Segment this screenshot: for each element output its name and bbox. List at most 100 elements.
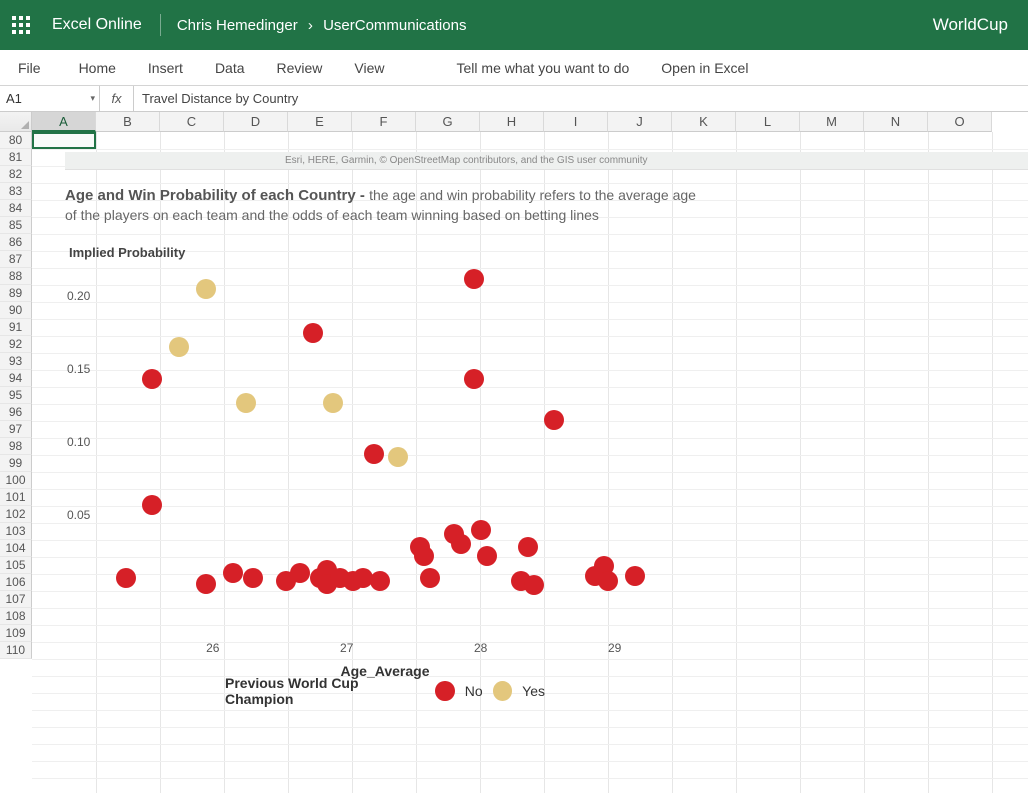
col-header-D[interactable]: D (224, 112, 288, 132)
chart-point[interactable] (464, 369, 484, 389)
chart-plot-area[interactable]: Implied Probability Age_Average Previous… (65, 257, 705, 697)
row-header[interactable]: 110 (0, 642, 32, 659)
col-header-N[interactable]: N (864, 112, 928, 132)
row-header[interactable]: 108 (0, 608, 32, 625)
chart-point[interactable] (518, 537, 538, 557)
fx-icon[interactable]: fx (100, 86, 134, 111)
row-header[interactable]: 91 (0, 319, 32, 336)
tell-me-search[interactable]: Tell me what you want to do (441, 50, 646, 85)
row-header[interactable]: 109 (0, 625, 32, 642)
row-header[interactable]: 96 (0, 404, 32, 421)
row-header[interactable]: 104 (0, 540, 32, 557)
row-header[interactable]: 94 (0, 370, 32, 387)
chart-point[interactable] (169, 337, 189, 357)
row-header[interactable]: 83 (0, 183, 32, 200)
row-header[interactable]: 82 (0, 166, 32, 183)
row-header[interactable]: 100 (0, 472, 32, 489)
sheet[interactable]: ABCDEFGHIJKLMNO 808182838485868788899091… (0, 112, 1028, 793)
chart-point[interactable] (116, 568, 136, 588)
row-header[interactable]: 92 (0, 336, 32, 353)
app-launcher-icon[interactable] (12, 16, 30, 34)
col-header-L[interactable]: L (736, 112, 800, 132)
chart-point[interactable] (196, 574, 216, 594)
col-header-J[interactable]: J (608, 112, 672, 132)
document-name[interactable]: WorldCup (933, 15, 1016, 35)
chart-point[interactable] (370, 571, 390, 591)
chart-point[interactable] (471, 520, 491, 540)
row-header[interactable]: 89 (0, 285, 32, 302)
chart-point[interactable] (364, 444, 384, 464)
row-header[interactable]: 81 (0, 149, 32, 166)
chart-point[interactable] (544, 410, 564, 430)
col-header-G[interactable]: G (416, 112, 480, 132)
row-header[interactable]: 87 (0, 251, 32, 268)
row-header[interactable]: 107 (0, 591, 32, 608)
col-header-I[interactable]: I (544, 112, 608, 132)
open-in-excel[interactable]: Open in Excel (645, 50, 764, 85)
chart-point[interactable] (243, 568, 263, 588)
col-header-M[interactable]: M (800, 112, 864, 132)
menu-data[interactable]: Data (199, 50, 261, 85)
chevron-down-icon[interactable]: ▾ (90, 93, 95, 104)
menu-insert[interactable]: Insert (132, 50, 199, 85)
menu-file[interactable]: File (8, 50, 63, 85)
chart-point[interactable] (464, 269, 484, 289)
breadcrumb[interactable]: Chris Hemedinger › UserCommunications (177, 17, 467, 34)
row-header[interactable]: 101 (0, 489, 32, 506)
row-header[interactable]: 105 (0, 557, 32, 574)
chart-point[interactable] (420, 568, 440, 588)
row-header[interactable]: 103 (0, 523, 32, 540)
row-header[interactable]: 85 (0, 217, 32, 234)
col-header-K[interactable]: K (672, 112, 736, 132)
grid[interactable]: Esri, HERE, Garmin, © OpenStreetMap cont… (32, 132, 1028, 793)
breadcrumb-user[interactable]: Chris Hemedinger (177, 17, 298, 34)
chart-point[interactable] (414, 546, 434, 566)
col-header-H[interactable]: H (480, 112, 544, 132)
row-header[interactable]: 99 (0, 455, 32, 472)
row-header[interactable]: 88 (0, 268, 32, 285)
active-cell[interactable] (32, 132, 96, 149)
x-tick: 28 (474, 641, 487, 655)
breadcrumb-folder[interactable]: UserCommunications (323, 17, 466, 34)
row-header[interactable]: 102 (0, 506, 32, 523)
col-header-A[interactable]: A (32, 112, 96, 132)
row-header[interactable]: 93 (0, 353, 32, 370)
chart-point[interactable] (142, 369, 162, 389)
formula-input[interactable]: Travel Distance by Country (134, 86, 1028, 111)
chart-point[interactable] (196, 279, 216, 299)
app-name[interactable]: Excel Online (52, 16, 142, 34)
chart-point[interactable] (524, 575, 544, 595)
row-header[interactable]: 90 (0, 302, 32, 319)
col-header-O[interactable]: O (928, 112, 992, 132)
chart[interactable]: Age and Win Probability of each Country … (65, 186, 705, 697)
chart-point[interactable] (477, 546, 497, 566)
row-header[interactable]: 95 (0, 387, 32, 404)
legend-swatch-no (435, 681, 454, 701)
chart-point[interactable] (290, 563, 310, 583)
chart-point[interactable] (236, 393, 256, 413)
chart-point[interactable] (388, 447, 408, 467)
select-all-corner[interactable] (0, 112, 32, 132)
col-header-C[interactable]: C (160, 112, 224, 132)
row-header[interactable]: 97 (0, 421, 32, 438)
chart-point[interactable] (598, 571, 618, 591)
chart-point[interactable] (223, 563, 243, 583)
menu-home[interactable]: Home (63, 50, 132, 85)
col-header-F[interactable]: F (352, 112, 416, 132)
name-box[interactable]: A1 ▾ (0, 86, 100, 111)
chart-point[interactable] (323, 393, 343, 413)
col-header-E[interactable]: E (288, 112, 352, 132)
row-header[interactable]: 86 (0, 234, 32, 251)
row-header[interactable]: 80 (0, 132, 32, 149)
chart-point[interactable] (451, 534, 471, 554)
menu-view[interactable]: View (338, 50, 400, 85)
x-tick: 29 (608, 641, 621, 655)
menu-review[interactable]: Review (261, 50, 339, 85)
chart-point[interactable] (303, 323, 323, 343)
chart-point[interactable] (142, 495, 162, 515)
col-header-B[interactable]: B (96, 112, 160, 132)
row-header[interactable]: 84 (0, 200, 32, 217)
chart-point[interactable] (625, 566, 645, 586)
row-header[interactable]: 106 (0, 574, 32, 591)
row-header[interactable]: 98 (0, 438, 32, 455)
